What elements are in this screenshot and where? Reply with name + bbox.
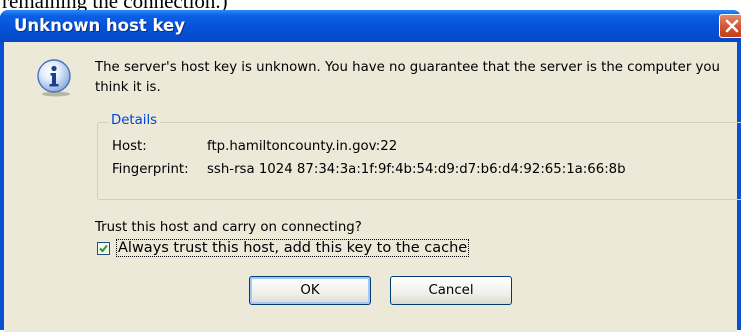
host-label: Host: — [112, 139, 147, 154]
host-row: Host: ftp.hamiltoncounty.in.gov:22 — [112, 139, 397, 154]
warning-message: The server's host key is unknown. You ha… — [95, 60, 720, 95]
host-value: ftp.hamiltoncounty.in.gov:22 — [207, 139, 398, 154]
close-button[interactable] — [719, 14, 741, 38]
info-icon — [37, 59, 71, 97]
close-icon — [725, 19, 739, 33]
details-group: Details Host: ftp.hamiltoncounty.in.gov:2… — [97, 113, 741, 200]
fingerprint-value: ssh-rsa 1024 87:34:3a:1f:9f:4b:54:d9:d7:… — [207, 162, 626, 177]
fingerprint-label: Fingerprint: — [112, 162, 189, 177]
dialog-body: The server's host key is unknown. You ha… — [4, 42, 741, 332]
details-legend: Details — [108, 113, 161, 128]
trust-question: Trust this host and carry on connecting? — [95, 220, 362, 235]
cancel-button[interactable]: Cancel — [390, 276, 512, 305]
always-trust-label[interactable]: Always trust this host, add this key to … — [115, 239, 470, 257]
always-trust-checkbox[interactable] — [97, 242, 110, 255]
checkmark-icon — [99, 244, 108, 253]
ok-button[interactable]: OK — [249, 276, 371, 305]
fingerprint-row: Fingerprint: ssh-rsa 1024 87:34:3a:1f:9f:… — [112, 162, 626, 177]
unknown-host-key-dialog: Unknown host key The server's host key i… — [0, 10, 741, 332]
title-bar[interactable]: Unknown host key — [0, 10, 741, 42]
dialog-title: Unknown host key — [14, 16, 185, 35]
